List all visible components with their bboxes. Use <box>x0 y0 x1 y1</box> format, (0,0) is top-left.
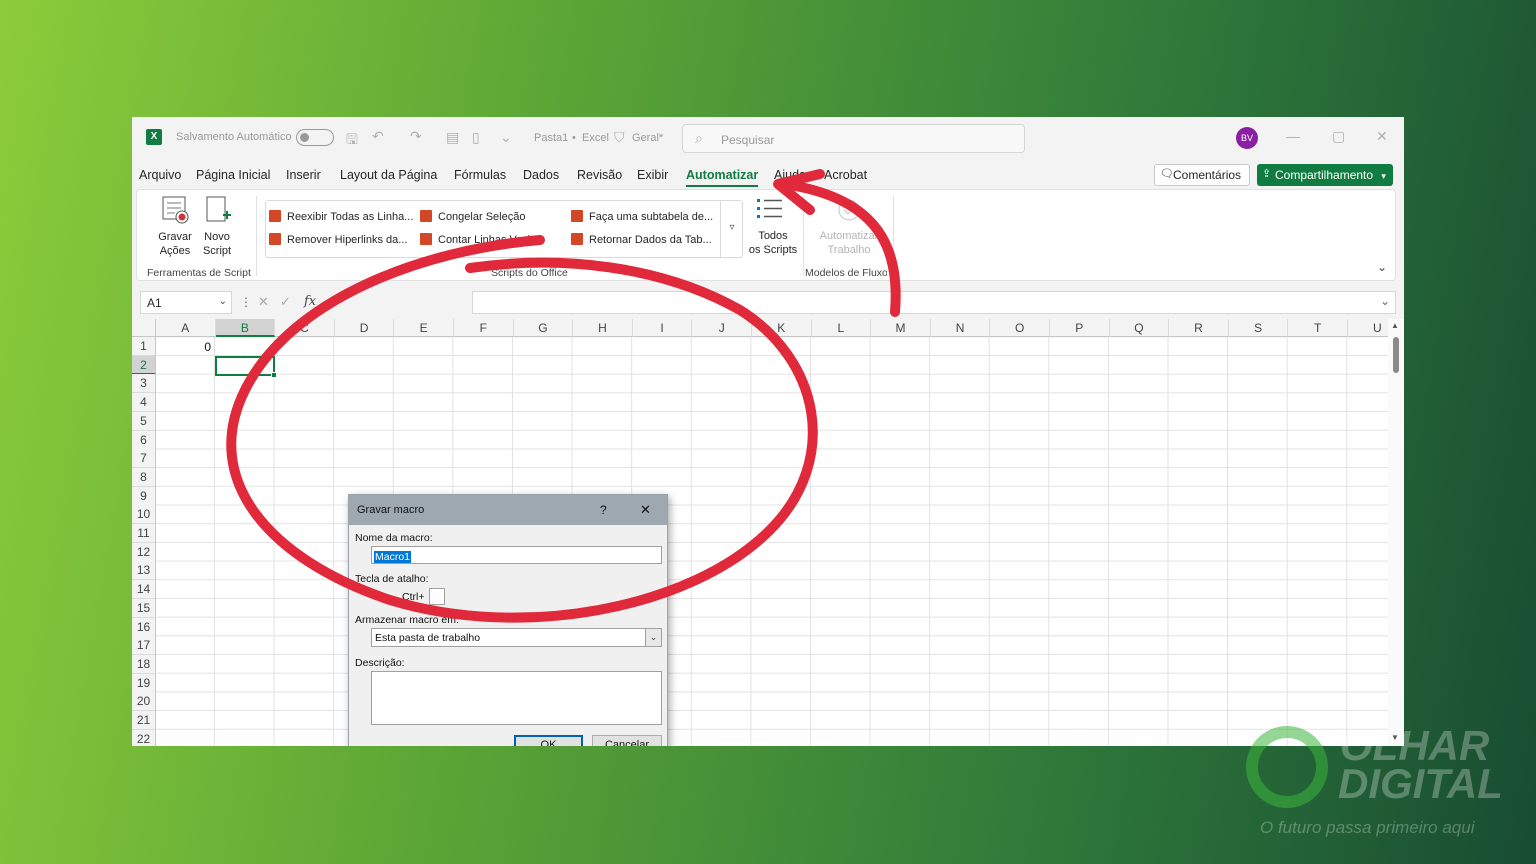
watermark-line2: DIGITAL <box>1338 760 1503 807</box>
watermark-logo-icon <box>1246 726 1328 808</box>
annotation-circle <box>226 235 818 623</box>
watermark-tagline: O futuro passa primeiro aqui <box>1260 818 1475 837</box>
